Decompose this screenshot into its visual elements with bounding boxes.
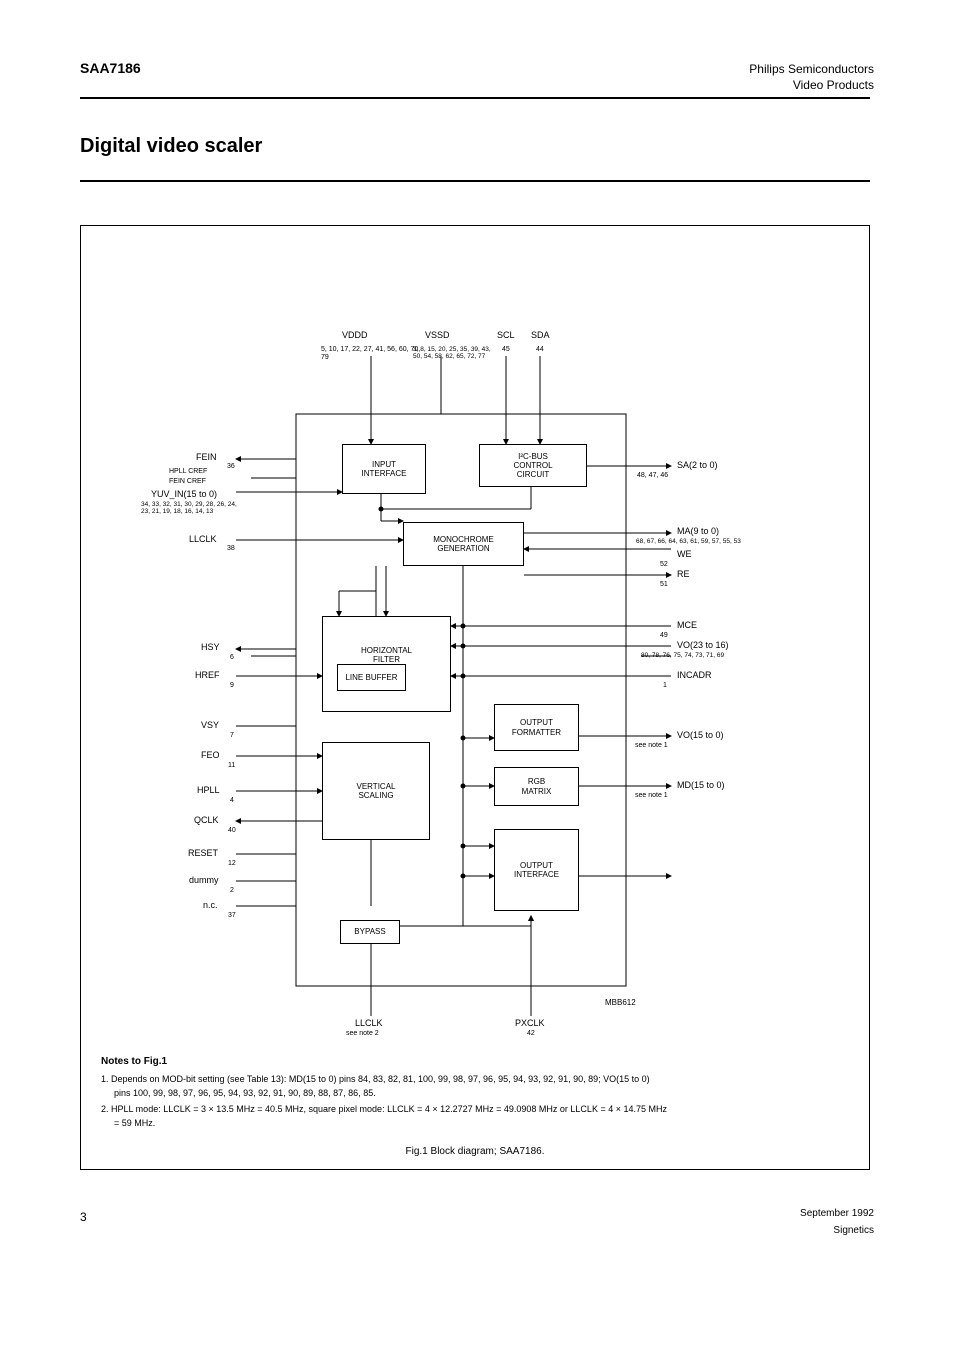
label-dummy-pin: 2 [230, 887, 234, 895]
label-vsy-pin: 7 [230, 732, 234, 740]
label-sa: SA(2 to 0) [677, 460, 718, 470]
label-fein: FEIN [196, 452, 217, 462]
label-vo-hi: VO(23 to 16) [677, 640, 729, 650]
divider-top [80, 97, 870, 99]
note-2-cont: = 59 MHz. [114, 1118, 854, 1128]
page-title: Digital video scaler [80, 135, 262, 158]
page-product: SAA7186 [80, 60, 141, 76]
label-pxclk: PXCLK [515, 1018, 545, 1028]
note-1-cont: pins 100, 99, 98, 97, 96, 95, 94, 93, 92… [114, 1088, 854, 1098]
note-2: 2. HPLL mode: LLCLK = 3 × 13.5 MHz = 40.… [101, 1104, 851, 1114]
label-fein-cref: FEIN CREF [169, 478, 206, 486]
block-bypass: BYPASS [340, 920, 400, 944]
label-yuv-in: YUV_IN(15 to 0) [151, 489, 217, 499]
notes-title: Notes to Fig.1 [101, 1056, 167, 1068]
label-nc-pin: 37 [228, 912, 236, 920]
label-refcode: MBB612 [605, 998, 636, 1007]
label-llclk-pin: 38 [227, 545, 235, 553]
label-vssd-pins: 3, 8, 15, 20, 25, 35, 39, 43, 50, 54, 58… [413, 346, 498, 361]
block-input-interface: INPUT INTERFACE [342, 444, 426, 494]
label-qclk: QCLK [194, 815, 219, 825]
footer-company: Signetics [833, 1225, 874, 1236]
label-llclk-bottom: LLCLK [355, 1018, 383, 1028]
label-dummy: dummy [189, 875, 219, 885]
block-line-buffer: LINE BUFFER [337, 664, 406, 691]
label-scl: SCL [497, 330, 515, 340]
label-vssd: VSSD [425, 330, 450, 340]
label-ma: MA(9 to 0) [677, 526, 719, 536]
block-output-interface: OUTPUT INTERFACE [494, 829, 579, 911]
note-1: 1. Depends on MOD-bit setting (see Table… [101, 1074, 851, 1084]
label-incadr: INCADR [677, 670, 712, 680]
label-reset-pin: 12 [228, 860, 236, 868]
label-mce-pin: 49 [660, 632, 668, 640]
label-we: WE [677, 549, 692, 559]
label-yuv-in-pins: 34, 33, 32, 31, 30, 29, 28, 26, 24, 23, … [141, 501, 241, 516]
block-diagram: VDDD 5, 10, 17, 22, 27, 41, 56, 60, 70, … [81, 226, 869, 1169]
label-sda-pin: 44 [536, 346, 544, 354]
label-hsy-pin: 6 [230, 654, 234, 662]
label-vo-hi-pins: 80, 78, 76, 75, 74, 73, 71, 69 [641, 652, 751, 659]
label-incadr-pin: 1 [663, 682, 667, 690]
label-mce: MCE [677, 620, 697, 630]
label-re: RE [677, 569, 690, 579]
label-sa-pins: 48, 47, 46 [637, 472, 668, 480]
label-llclk-bottom-pins: see note 2 [346, 1030, 379, 1038]
label-pxclk-pin: 42 [527, 1030, 535, 1038]
block-vert-scaling: VERTICAL SCALING [322, 742, 430, 840]
label-vddd-pins: 5, 10, 17, 22, 27, 41, 56, 60, 70, 79 [321, 346, 421, 362]
label-llclk: LLCLK [189, 534, 217, 544]
label-reset: RESET [188, 848, 218, 858]
label-fein-pin: 36 [227, 463, 235, 471]
label-qclk-pin: 40 [228, 827, 236, 835]
label-hpll-cref: HPLL CREF [169, 468, 207, 476]
label-vddd: VDDD [342, 330, 368, 340]
footer-date: September 1992 [800, 1208, 874, 1219]
figure-caption: Fig.1 Block diagram; SAA7186. [81, 1146, 869, 1158]
page-number: 3 [80, 1210, 87, 1224]
figure-frame: VDDD 5, 10, 17, 22, 27, 41, 56, 60, 70, … [80, 225, 870, 1170]
block-output-formatter: OUTPUT FORMATTER [494, 704, 579, 751]
label-re-pin: 51 [660, 581, 668, 589]
page-company2: Video Products [793, 78, 874, 92]
label-vo-lo-pins: see note 1 [635, 742, 668, 750]
label-md-pins: see note 1 [635, 792, 668, 800]
block-rgb-matrix: RGB MATRIX [494, 767, 579, 806]
divider-mid [80, 180, 870, 182]
diagram-wiring [81, 226, 871, 1171]
label-vo-lo: VO(15 to 0) [677, 730, 724, 740]
label-nc: n.c. [203, 900, 218, 910]
label-vsy: VSY [201, 720, 219, 730]
page-company1: Philips Semiconductors [749, 62, 874, 76]
label-href: HREF [195, 670, 220, 680]
label-hpll-pin: 4 [230, 797, 234, 805]
label-feo: FEO [201, 750, 220, 760]
label-ma-pins: 68, 67, 66, 64, 63, 61, 59, 57, 55, 53 [636, 538, 746, 545]
label-hsy: HSY [201, 642, 220, 652]
label-we-pin: 52 [660, 561, 668, 569]
label-hpll: HPLL [197, 785, 220, 795]
block-mono-gen: MONOCHROME GENERATION [403, 522, 524, 566]
label-href-pin: 9 [230, 682, 234, 690]
block-i2c: I²C-BUS CONTROL CIRCUIT [479, 444, 587, 487]
label-sda: SDA [531, 330, 550, 340]
label-scl-pin: 45 [502, 346, 510, 354]
label-feo-pin: 11 [228, 762, 235, 770]
label-md: MD(15 to 0) [677, 780, 725, 790]
